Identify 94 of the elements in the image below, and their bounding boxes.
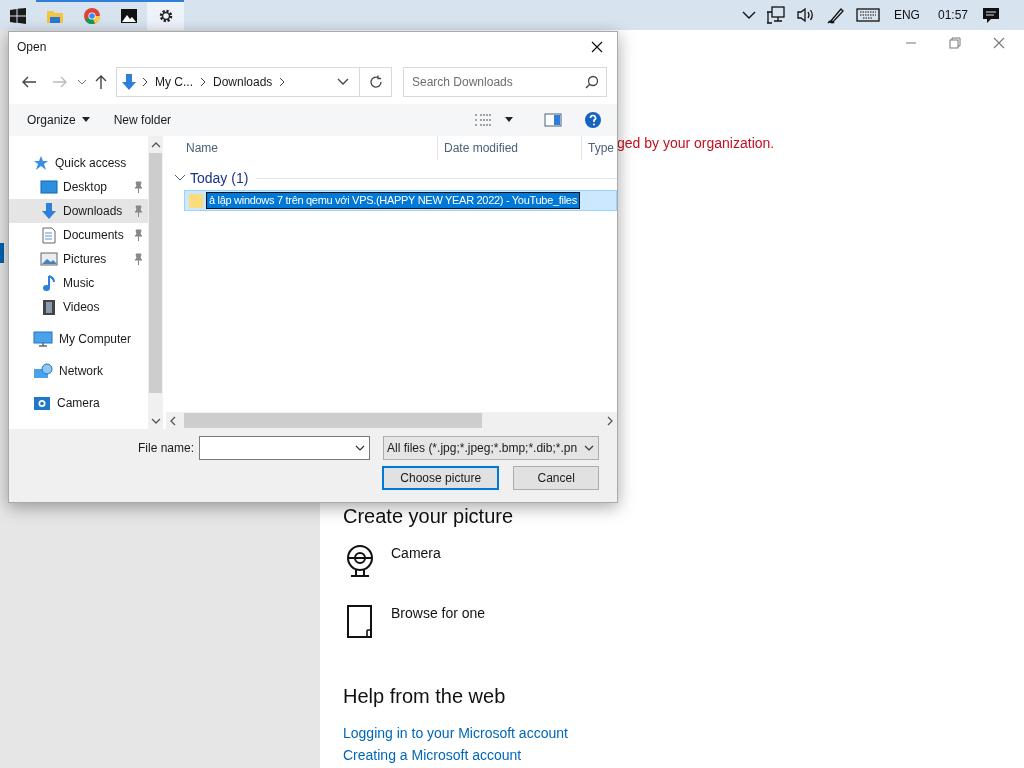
tablet-icon: [347, 605, 373, 639]
tray-text[interactable]: 01:57: [933, 6, 972, 24]
scroll-right-icon: [607, 415, 613, 426]
nav-item[interactable]: Pictures: [9, 247, 148, 271]
settings-icon: [157, 8, 174, 24]
webcam-icon: [345, 545, 375, 577]
network-icon[interactable]: [765, 6, 786, 24]
details-view-icon: [474, 113, 492, 127]
selection-bar: [0, 243, 4, 263]
search-icon: [585, 75, 599, 89]
folder-icon: [188, 192, 204, 209]
dialog-title: Open: [17, 39, 47, 56]
file-name[interactable]: ả lập windows 7 trên qemu với VPS.(HAPPY NEW YEAR 2022) - YouTube_files: [206, 192, 580, 209]
nav-item[interactable]: Quick access: [9, 151, 148, 175]
notification-icon[interactable]: [982, 6, 1000, 24]
scrollbar[interactable]: [148, 136, 163, 429]
picture-icon: [119, 8, 138, 24]
up-arrow-icon: [94, 74, 108, 90]
toolbar-button[interactable]: New folder: [105, 108, 180, 132]
preview-pane-icon: [544, 113, 562, 127]
film-icon: [42, 298, 56, 316]
scroll-up-icon: [150, 141, 161, 148]
nav-item[interactable]: Desktop: [9, 175, 148, 199]
back-arrow-icon: [21, 75, 37, 89]
caret-icon: [81, 117, 90, 123]
star-icon: [33, 155, 49, 171]
file-row[interactable]: ả lập windows 7 trên qemu với VPS.(HAPPY NEW YEAR 2022) - YouTube_files: [184, 190, 617, 211]
download-icon: [120, 73, 138, 91]
folder-icon: [45, 8, 64, 24]
network-globe-icon: [33, 363, 53, 379]
caret-icon: [77, 78, 87, 86]
taskbar-app[interactable]: [147, 0, 184, 30]
scroll-down-icon: [150, 417, 161, 424]
close-icon: [992, 36, 1006, 50]
column-header[interactable]: Type: [582, 136, 617, 160]
file-name-field[interactable]: [199, 436, 371, 460]
option-label[interactable]: Browse for one: [391, 603, 486, 624]
breadcrumb-item[interactable]: Downloads: [210, 73, 276, 91]
pen-icon[interactable]: [825, 6, 846, 24]
keyboard-icon[interactable]: [855, 8, 880, 22]
dropdown-icon: [355, 445, 366, 451]
dropdown-icon: [337, 78, 349, 86]
chevron-right-icon: [141, 77, 149, 87]
pin-icon: [132, 229, 144, 241]
scrollbar[interactable]: [166, 412, 617, 429]
pin-icon: [132, 253, 144, 265]
nav-item[interactable]: Camera: [9, 391, 148, 415]
notice-text: ged by your organization.: [617, 134, 776, 153]
breadcrumb-item[interactable]: My C...: [152, 73, 196, 91]
nav-item[interactable]: Network: [9, 359, 148, 383]
volume-icon[interactable]: [795, 7, 816, 23]
scroll-left-icon: [170, 415, 176, 426]
toolbar-button[interactable]: Organize: [19, 108, 98, 132]
computer-icon: [33, 331, 53, 347]
group-header[interactable]: Today (1): [166, 166, 617, 190]
pin-icon: [132, 205, 144, 217]
file-type-select[interactable]: All files (*.jpg;*.jpeg;*.bmp;*.dib;*.pn: [383, 436, 599, 460]
refresh-icon: [368, 75, 383, 89]
default-button[interactable]: Choose picture: [382, 466, 500, 490]
help-icon: [584, 111, 602, 129]
restore-icon: [948, 36, 962, 50]
chevron-right-icon: [199, 77, 207, 87]
nav-item[interactable]: Downloads: [9, 199, 148, 223]
file-name-label: File name:: [138, 440, 195, 457]
dialog-button[interactable]: Cancel: [513, 466, 599, 490]
music-note-icon: [42, 274, 56, 292]
document-icon: [42, 226, 56, 244]
search-field[interactable]: Search Downloads: [403, 67, 607, 97]
close-icon: [590, 40, 604, 54]
chevron-icon[interactable]: [741, 10, 756, 20]
camera-icon: [33, 395, 51, 411]
desktop-icon: [40, 180, 58, 194]
address-bar[interactable]: My C... Downloads: [116, 67, 392, 97]
help-link[interactable]: Logging in to your Microsoft account: [343, 723, 568, 745]
tray-text[interactable]: ENG: [889, 6, 924, 24]
chevron-right-icon: [278, 77, 287, 87]
section-heading: Help from the web: [343, 684, 507, 709]
option-label[interactable]: Camera: [391, 543, 441, 564]
caret-icon: [505, 117, 513, 123]
download-icon: [40, 202, 58, 220]
pin-icon: [132, 181, 144, 193]
help-link[interactable]: Creating a Microsoft account: [343, 745, 522, 767]
dropdown-icon: [584, 445, 594, 451]
nav-item[interactable]: Documents: [9, 223, 148, 247]
nav-item[interactable]: Videos: [9, 295, 148, 319]
nav-item[interactable]: My Computer: [9, 327, 148, 351]
forward-arrow-icon: [52, 75, 68, 89]
windows-logo-icon: [10, 8, 26, 24]
pictures-icon: [40, 252, 58, 266]
column-header[interactable]: Name: [180, 136, 438, 160]
column-header[interactable]: Date modified: [438, 136, 582, 160]
section-heading: Create your picture: [343, 504, 515, 529]
browser-icon: [82, 7, 101, 25]
nav-item[interactable]: Music: [9, 271, 148, 295]
